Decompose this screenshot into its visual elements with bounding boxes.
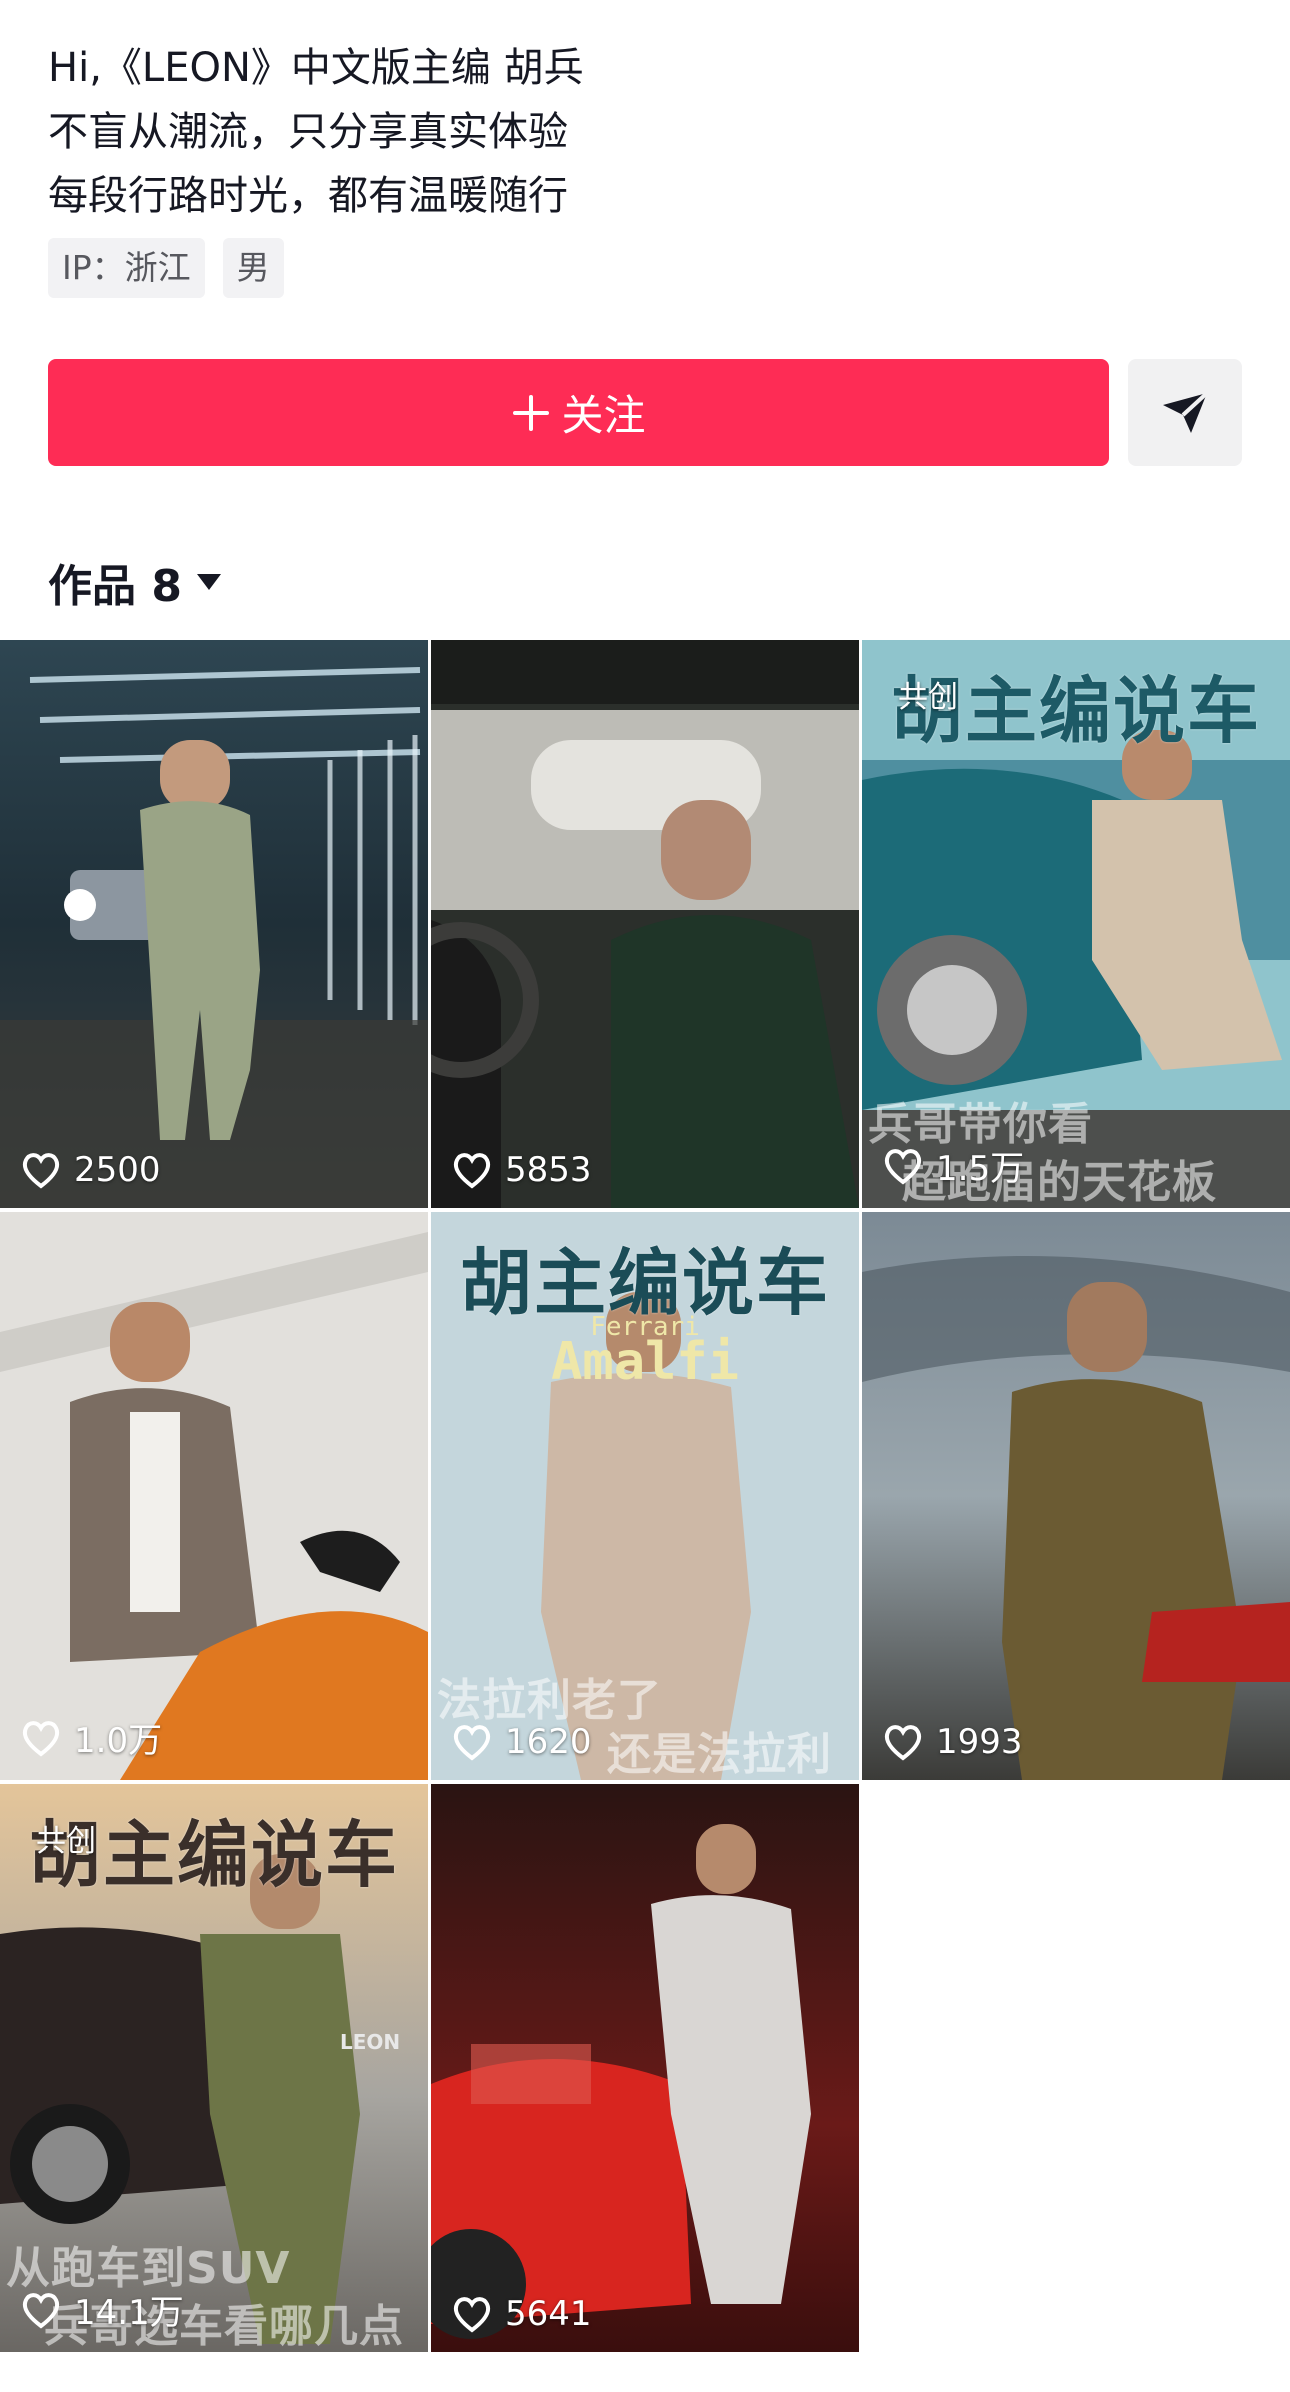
heart-icon bbox=[22, 2292, 60, 2329]
like-count-value: 1.5万 bbox=[936, 1149, 1025, 1189]
caption-bottom: 还是法拉利 bbox=[607, 1729, 832, 1780]
video-tile[interactable]: 1993 bbox=[862, 1212, 1290, 1780]
ip-location-tag: IP：浙江 bbox=[48, 238, 205, 298]
works-label: 作品 8 bbox=[48, 561, 182, 612]
cocreate-badge: 共创 bbox=[898, 680, 958, 715]
heart-icon bbox=[22, 1720, 60, 1757]
like-count-value: 2500 bbox=[74, 1150, 161, 1190]
heart-icon bbox=[453, 1153, 491, 1189]
heart-icon bbox=[884, 1148, 922, 1185]
video-thumbnail bbox=[0, 1212, 428, 1780]
video-tile[interactable]: 5641 bbox=[431, 1784, 859, 2352]
heart-icon bbox=[453, 2297, 491, 2333]
like-count-value: 1620 bbox=[505, 1722, 592, 1762]
send-icon bbox=[1163, 391, 1209, 433]
video-thumbnail bbox=[431, 640, 859, 1208]
like-count-value: 1993 bbox=[936, 1722, 1023, 1762]
video-thumbnail bbox=[0, 640, 428, 1208]
like-count-value: 5853 bbox=[505, 1150, 592, 1190]
video-thumbnail bbox=[431, 1784, 859, 2352]
like-count-value: 1.0万 bbox=[74, 1721, 163, 1761]
like-count-value: 14.1万 bbox=[74, 2293, 184, 2333]
caret-down-icon bbox=[196, 574, 221, 590]
like-count: 2500 bbox=[20, 1150, 161, 1190]
like-count-value: 5641 bbox=[505, 2294, 592, 2334]
like-count: 5641 bbox=[451, 2294, 592, 2334]
bio-line-1: Hi,《LEON》中文版主编 胡兵 bbox=[48, 45, 584, 91]
brand-line-2: Amalfi bbox=[551, 1332, 739, 1392]
like-count: 5853 bbox=[451, 1150, 592, 1190]
like-count: 1.5万 bbox=[882, 1141, 1024, 1190]
gender-tag: 男 bbox=[222, 238, 284, 298]
bio-line-2: 不盲从潮流，只分享真实体验 bbox=[48, 109, 568, 155]
share-button[interactable] bbox=[1128, 359, 1242, 466]
profile-tags: IP：浙江 男 bbox=[48, 238, 284, 298]
video-tile[interactable]: 胡主编说车 共创 兵哥带你看 超跑届的天花板 1.5万 bbox=[862, 640, 1290, 1208]
heart-icon bbox=[22, 1153, 60, 1189]
like-count: 1.0万 bbox=[20, 1713, 162, 1762]
follow-button[interactable]: 关注 bbox=[48, 359, 1109, 466]
bio-line-3: 每段行路时光，都有温暖随行 bbox=[48, 173, 568, 219]
video-thumbnail bbox=[862, 1212, 1290, 1780]
cocreate-badge: 共创 bbox=[36, 1824, 96, 1859]
like-count: 1993 bbox=[882, 1722, 1023, 1762]
video-tile[interactable]: 1.0万 bbox=[0, 1212, 428, 1780]
like-count: 14.1万 bbox=[20, 2285, 184, 2334]
video-tile[interactable]: 胡主编说车 共创 LEON 从跑车到SUV 兵哥选车看哪几点 14.1万 bbox=[0, 1784, 428, 2352]
video-tile[interactable]: 胡主编说车 Ferrari Amalfi 法拉利老了 还是法拉利 1620 bbox=[431, 1212, 859, 1780]
license-plate: LEON bbox=[340, 2030, 401, 2054]
video-tile[interactable]: 5853 bbox=[431, 640, 859, 1208]
heart-icon bbox=[884, 1725, 922, 1761]
like-count: 1620 bbox=[451, 1722, 592, 1762]
video-tile[interactable]: 2500 bbox=[0, 640, 428, 1208]
plus-icon bbox=[513, 394, 550, 431]
profile-bio: Hi,《LEON》中文版主编 胡兵 不盲从潮流，只分享真实体验 每段行路时光，都… bbox=[48, 36, 1148, 228]
heart-icon bbox=[453, 1725, 491, 1761]
works-tab[interactable]: 作品 8 bbox=[48, 550, 222, 614]
follow-label: 关注 bbox=[561, 391, 646, 440]
